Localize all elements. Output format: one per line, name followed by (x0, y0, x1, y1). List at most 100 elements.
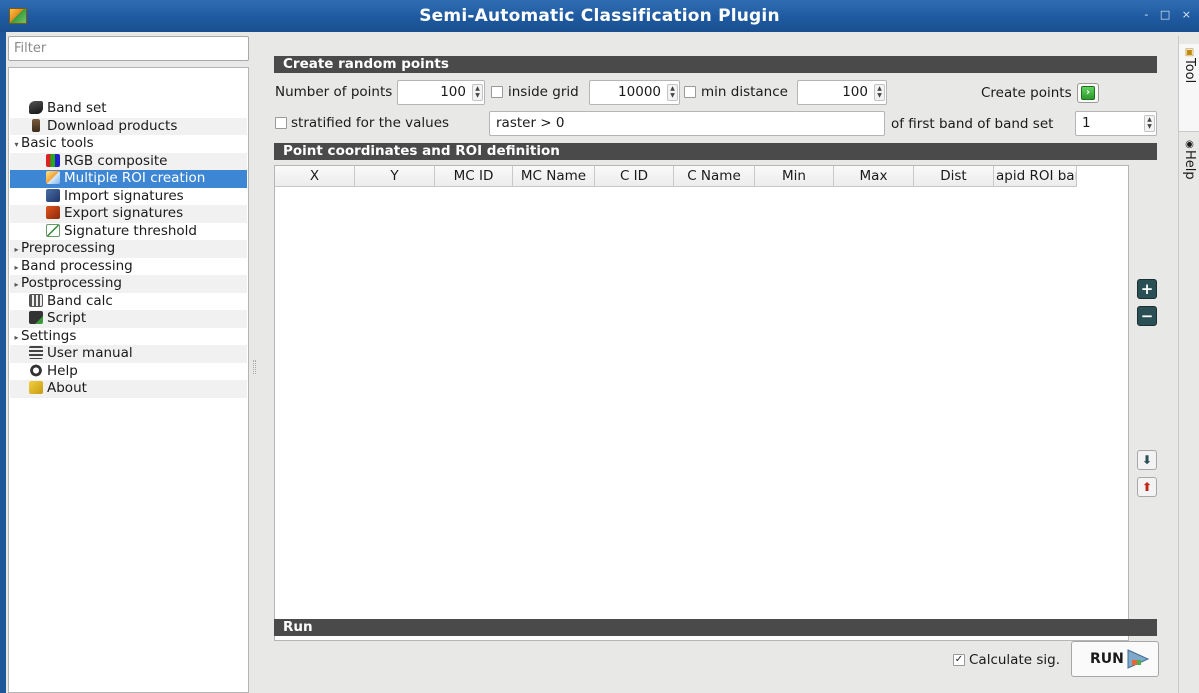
stratified-checkbox[interactable] (275, 117, 287, 129)
sidebar-item-label: Download products (47, 117, 178, 134)
run-button[interactable]: RUN (1071, 641, 1159, 677)
tool-tree: Band set Download products ▾ Basic tools … (8, 67, 249, 693)
sidebar-item-help[interactable]: Help (10, 363, 247, 381)
left-dock-edge (0, 32, 6, 693)
column-header-mc-name[interactable]: MC Name (513, 166, 595, 186)
column-header-y[interactable]: Y (355, 166, 435, 186)
download-icon (32, 118, 40, 132)
column-header-x[interactable]: X (275, 166, 355, 186)
number-of-points-label: Number of points (275, 84, 393, 100)
column-header-c-id[interactable]: C ID (595, 166, 674, 186)
sidebar-item-postprocessing[interactable]: ▸ Postprocessing (10, 275, 247, 293)
sidebar-item-label: Import signatures (64, 187, 184, 204)
inside-grid-checkbox[interactable] (491, 86, 503, 98)
band-number-spinbox[interactable]: 1 ▲ ▼ (1075, 111, 1157, 136)
sidebar-item-export-signatures[interactable]: Export signatures (10, 205, 247, 223)
create-points-button[interactable]: › (1077, 83, 1099, 103)
export-points-button[interactable]: ⬆ (1137, 477, 1157, 497)
sidebar-item-about[interactable]: About (10, 380, 247, 398)
sidebar-item-label: User manual (47, 345, 133, 361)
sidebar-item-band-set[interactable]: Band set (10, 100, 247, 118)
about-icon (29, 381, 43, 394)
sidebar-item-label: Postprocessing (21, 275, 122, 291)
window-controls[interactable]: - □ × (1144, 8, 1195, 21)
panel-splitter-handle[interactable] (253, 360, 256, 374)
grid-size-spinbox[interactable]: 10000 ▲ ▼ (589, 80, 680, 105)
column-header-c-name[interactable]: C Name (674, 166, 755, 186)
min-distance-checkbox[interactable] (684, 86, 696, 98)
sidebar-item-label: Band calc (47, 292, 113, 309)
tab-help[interactable]: ◉ Help (1179, 136, 1199, 206)
column-header-max[interactable]: Max (834, 166, 914, 186)
number-of-points-spinbox[interactable]: 100 ▲ ▼ (397, 80, 485, 105)
sidebar-item-label: Script (47, 310, 87, 326)
spinbox-value: 10000 (618, 84, 661, 100)
sidebar-item-label: Preprocessing (21, 240, 116, 256)
remove-point-button[interactable]: − (1137, 306, 1157, 326)
column-header-dist[interactable]: Dist (914, 166, 994, 186)
column-header-mc-id[interactable]: MC ID (435, 166, 513, 186)
run-arrow-icon: › (1081, 86, 1095, 100)
collapse-arrow-icon[interactable]: ▸ (12, 241, 21, 258)
first-band-label: of first band of band set (891, 116, 1054, 132)
import-signatures-icon (46, 188, 60, 202)
sidebar-item-download-products[interactable]: Download products (10, 117, 247, 135)
sidebar-item-band-calc[interactable]: Band calc (10, 293, 247, 311)
help-icon (29, 363, 43, 377)
spin-arrows-icon[interactable]: ▲ ▼ (667, 84, 678, 101)
sidebar-item-label: Help (47, 362, 78, 379)
sidebar: Filter Band set Download products ▾ Basic… (8, 36, 251, 693)
spin-arrows-icon[interactable]: ▲ ▼ (1144, 115, 1155, 132)
sidebar-item-basic-tools[interactable]: ▾ Basic tools (10, 135, 247, 153)
sidebar-item-user-manual[interactable]: User manual (10, 345, 247, 363)
run-icon (1127, 649, 1150, 669)
add-point-button[interactable]: + (1137, 279, 1157, 299)
sidebar-item-preprocessing[interactable]: ▸ Preprocessing (10, 240, 247, 258)
rgb-composite-icon (46, 153, 60, 167)
section-create-random-points: Create random points (274, 56, 1157, 73)
sidebar-item-band-processing[interactable]: ▸ Band processing (10, 258, 247, 276)
sidebar-item-label: Settings (21, 327, 77, 344)
sidebar-item-rgb-composite[interactable]: RGB composite (10, 152, 247, 170)
sidebar-item-multiple-roi-creation[interactable]: Multiple ROI creation (10, 170, 247, 188)
roi-table[interactable]: X Y MC ID MC Name C ID C Name Min Max Di… (274, 165, 1129, 641)
sidebar-item-label: Export signatures (64, 205, 184, 221)
sidebar-item-label: Band processing (21, 257, 133, 274)
sidebar-item-settings[interactable]: ▸ Settings (10, 328, 247, 346)
spin-arrows-icon[interactable]: ▲ ▼ (874, 84, 885, 101)
stratified-expression-input[interactable]: raster > 0 (489, 111, 885, 136)
spinbox-value: 1 (1082, 115, 1091, 131)
create-points-label: Create points (981, 85, 1072, 101)
table-header: X Y MC ID MC Name C ID C Name Min Max Di… (275, 166, 1077, 187)
tab-tool[interactable]: ▣ Tool (1179, 44, 1199, 132)
calculate-sig-label: Calculate sig. (969, 652, 1060, 668)
column-header-min[interactable]: Min (755, 166, 834, 186)
sidebar-item-label: Multiple ROI creation (64, 170, 206, 186)
sidebar-item-label: RGB composite (64, 152, 168, 169)
collapse-arrow-icon[interactable]: ▸ (12, 276, 21, 293)
user-manual-icon (29, 346, 43, 359)
sidebar-item-label: Basic tools (21, 135, 94, 151)
tab-tool-label: Tool (1182, 58, 1197, 84)
section-run: Run (274, 619, 1157, 636)
signature-threshold-icon (46, 223, 60, 237)
calculate-sig-checkbox[interactable]: ✓ (953, 654, 965, 666)
filter-input[interactable]: Filter (8, 36, 249, 61)
sidebar-item-import-signatures[interactable]: Import signatures (10, 188, 247, 206)
spinbox-value: 100 (842, 84, 868, 100)
tab-help-label: Help (1182, 150, 1197, 180)
multiple-roi-icon (46, 171, 60, 184)
collapse-arrow-icon[interactable]: ▸ (12, 329, 21, 346)
collapse-arrow-icon[interactable]: ▸ (12, 259, 21, 276)
band-calc-icon (29, 293, 43, 307)
column-header-rapid-roi-band[interactable]: apid ROI bar (994, 166, 1077, 186)
import-points-button[interactable]: ⬇ (1137, 450, 1157, 470)
stratified-label: stratified for the values (291, 115, 450, 131)
sidebar-item-signature-threshold[interactable]: Signature threshold (10, 223, 247, 241)
band-set-icon (29, 101, 43, 114)
dock-tabs: ▣ Tool ◉ Help (1178, 36, 1199, 693)
sidebar-item-script[interactable]: Script (10, 310, 247, 328)
spin-arrows-icon[interactable]: ▲ ▼ (472, 84, 483, 101)
min-distance-spinbox[interactable]: 100 ▲ ▼ (797, 80, 887, 105)
expand-arrow-icon[interactable]: ▾ (12, 136, 21, 153)
